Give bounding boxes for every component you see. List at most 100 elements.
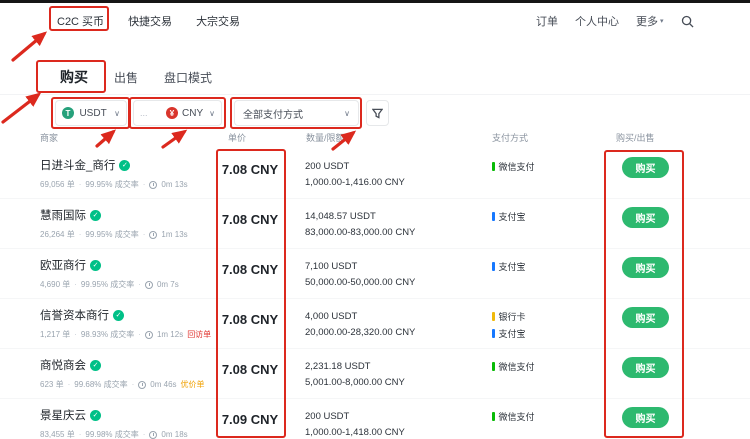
merchant-cell: 商悦商会 ✓ 623 单 · 99.68% 成交率 · 0m 46s 优价单 (0, 357, 215, 390)
payment-color-bar (492, 362, 495, 371)
nav-item-more[interactable]: 更多 ▾ (636, 13, 664, 29)
merchant-stats: 1,217 单 · 98.93% 成交率 · 1m 12s 回访单 (40, 330, 212, 339)
offer-row: 欧亚商行 ✓ 4,690 单 · 99.95% 成交率 · 0m 7s 7.08 C… (0, 249, 750, 299)
nav-item-orders[interactable]: 订单 (536, 13, 558, 29)
nav-item-profile[interactable]: 个人中心 (575, 13, 619, 29)
completion-rate: 98.93% 成交率 (80, 330, 135, 339)
tab-buy[interactable]: 购买 (60, 67, 88, 87)
payment-color-bar (492, 212, 495, 221)
verified-badge-icon: ✓ (90, 259, 101, 271)
merchant-tag: 回访单 (187, 330, 212, 339)
fiat-amount-select[interactable]: ... ¥ CNY ∨ (133, 100, 222, 126)
search-icon[interactable] (681, 15, 694, 28)
funnel-icon (372, 108, 383, 119)
completion-rate: 99.68% 成交率 (74, 380, 128, 389)
action-cell: 购买 (610, 257, 695, 278)
verified-badge-icon: ✓ (90, 209, 101, 221)
merchant-stats: 623 单 · 99.68% 成交率 · 0m 46s 优价单 (40, 380, 205, 389)
order-count: 69,056 单 (40, 180, 75, 189)
payment-method: 微信支付 (492, 410, 610, 423)
merchant-name[interactable]: 日进斗金_商行 (40, 157, 115, 173)
verified-badge-icon: ✓ (113, 309, 124, 321)
buy-button[interactable]: 购买 (622, 207, 669, 228)
action-cell: 购买 (610, 357, 695, 378)
merchant-cell: 慧雨国际 ✓ 26,264 单 · 99.95% 成交率 · 1m 13s (0, 207, 215, 240)
verified-badge-icon: ✓ (90, 409, 101, 421)
payment-color-bar (492, 412, 495, 421)
tab-orderbook-mode[interactable]: 盘口模式 (164, 69, 212, 86)
merchant-cell: 景星庆云 ✓ 83,455 单 · 99.98% 成交率 · 0m 18s (0, 407, 215, 439)
buy-button[interactable]: 购买 (622, 407, 669, 428)
offer-row: 商悦商会 ✓ 623 单 · 99.68% 成交率 · 0m 46s 优价单 7.0… (0, 349, 750, 399)
merchant-name[interactable]: 信誉资本商行 (40, 307, 109, 323)
order-count: 1,217 单 (40, 330, 71, 339)
verified-badge-icon: ✓ (90, 359, 101, 371)
buy-button[interactable]: 购买 (622, 357, 669, 378)
chevron-down-icon: ∨ (209, 108, 215, 118)
usdt-coin-icon: T (62, 107, 74, 119)
offer-list: 日进斗金_商行 ✓ 69,056 单 · 99.95% 成交率 · 0m 13s 7… (0, 149, 750, 439)
payment-color-bar (492, 262, 495, 271)
buy-button[interactable]: 购买 (622, 307, 669, 328)
payment-method-select[interactable]: 全部支付方式 ∨ (234, 100, 359, 126)
merchant-name[interactable]: 慧雨国际 (40, 207, 86, 223)
merchant-name[interactable]: 景星庆云 (40, 407, 86, 423)
chevron-down-icon: ∨ (114, 108, 120, 118)
offer-row: 景星庆云 ✓ 83,455 单 · 99.98% 成交率 · 0m 18s 7.09… (0, 399, 750, 439)
merchant-name[interactable]: 欧亚商行 (40, 257, 86, 273)
payment-cell: 微信支付 (485, 407, 610, 423)
divider (0, 94, 750, 95)
merchant-stats: 83,455 单 · 99.98% 成交率 · 0m 18s (40, 430, 188, 439)
col-header-payment: 支付方式 (492, 133, 529, 143)
tab-sell[interactable]: 出售 (114, 69, 138, 86)
merchant-name[interactable]: 商悦商会 (40, 357, 86, 373)
trade-tabs: 购买 出售 盘口模式 (60, 67, 212, 87)
order-count: 4,690 单 (40, 280, 71, 289)
offer-row: 慧雨国际 ✓ 26,264 单 · 99.95% 成交率 · 1m 13s 7.08… (0, 199, 750, 249)
arrow-to-c2c-nav (11, 31, 48, 62)
col-header-action: 购买/出售 (616, 133, 655, 143)
action-cell: 购买 (610, 157, 695, 178)
price-value: 7.09 CNY (221, 412, 279, 427)
order-limit: 50,000.00-50,000.00 CNY (305, 277, 416, 288)
price-value: 7.08 CNY (221, 162, 279, 177)
payment-method: 银行卡 (492, 310, 610, 323)
price-value: 7.08 CNY (221, 212, 279, 227)
offer-row: 日进斗金_商行 ✓ 69,056 单 · 99.95% 成交率 · 0m 13s 7… (0, 149, 750, 199)
order-count: 83,455 单 (40, 430, 75, 439)
cny-coin-icon: ¥ (166, 107, 179, 119)
col-header-merchant: 商家 (40, 133, 59, 143)
nav-item-c2c-buy[interactable]: C2C 买币 (57, 13, 104, 29)
available-amount: 200 USDT (305, 411, 350, 422)
order-limit: 1,000.00-1,416.00 CNY (305, 177, 405, 188)
buy-button[interactable]: 购买 (622, 257, 669, 278)
release-time: 1m 12s (156, 330, 184, 339)
action-cell: 购买 (610, 307, 695, 328)
order-limit: 83,000.00-83,000.00 CNY (305, 227, 416, 238)
payment-cell: 微信支付 (485, 157, 610, 173)
available-amount: 14,048.57 USDT (305, 211, 376, 222)
chevron-down-icon: ∨ (344, 108, 350, 118)
available-amount: 2,231.18 USDT (305, 361, 371, 372)
merchant-tag: 优价单 (180, 380, 205, 389)
payment-color-bar (492, 162, 495, 171)
amount-cell: 7,100 USDT 50,000.00-50,000.00 CNY (285, 257, 485, 291)
price-value: 7.08 CNY (221, 262, 279, 277)
release-time: 0m 46s (150, 380, 177, 389)
chevron-down-icon: ▾ (660, 18, 664, 25)
buy-button[interactable]: 购买 (622, 157, 669, 178)
amount-cell: 14,048.57 USDT 83,000.00-83,000.00 CNY (285, 207, 485, 241)
payment-cell: 微信支付 (485, 357, 610, 373)
release-time: 0m 7s (156, 280, 179, 289)
crypto-select[interactable]: T USDT ∨ (55, 100, 127, 126)
clock-icon (144, 330, 153, 339)
nav-item-block-trade[interactable]: 大宗交易 (196, 13, 240, 29)
completion-rate: 99.95% 成交率 (85, 180, 139, 189)
order-count: 26,264 单 (40, 230, 75, 239)
nav-item-express-trade[interactable]: 快捷交易 (128, 13, 172, 29)
clock-icon (138, 380, 147, 389)
filter-button[interactable] (366, 100, 389, 126)
order-limit: 1,000.00-1,418.00 CNY (305, 427, 405, 438)
release-time: 1m 13s (161, 230, 188, 239)
merchant-stats: 69,056 单 · 99.95% 成交率 · 0m 13s (40, 180, 188, 189)
